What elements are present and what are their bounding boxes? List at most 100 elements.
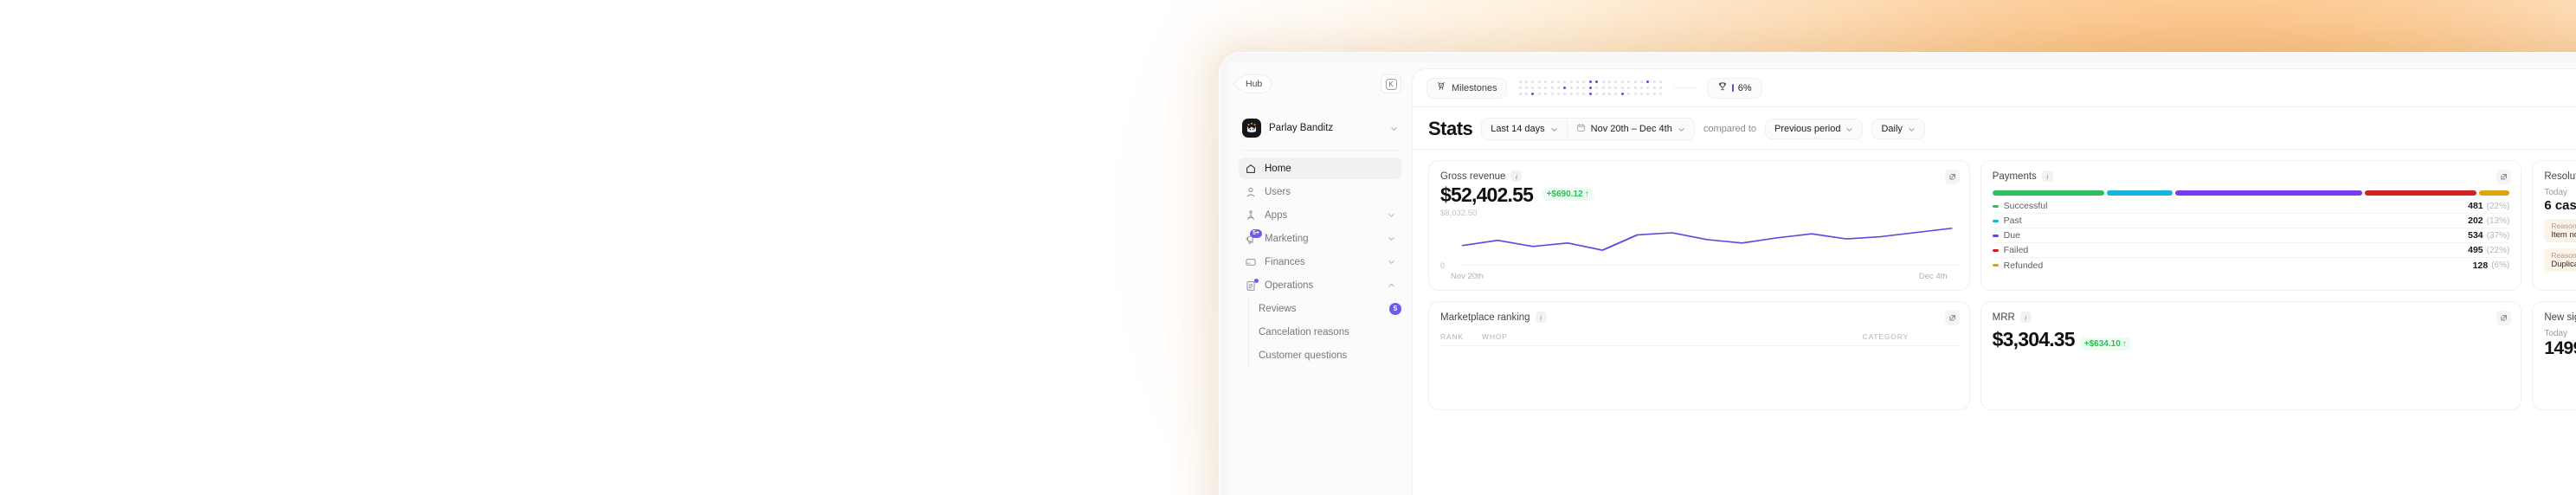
signups-today-label: Today [2544,329,2568,338]
milestone-dot [1563,80,1567,83]
gross-revenue-chart: 0 [1440,220,1958,270]
chevron-down-icon [1388,258,1395,266]
milestone-dot [1659,80,1663,83]
notification-dot [1254,278,1259,283]
range-preset-select[interactable]: Last 14 days [1482,119,1566,139]
milestones-button[interactable]: Milestones [1426,77,1507,99]
gross-revenue-value-row: $52,402.55 +$690.12 ↑ [1440,183,1958,207]
external-link-icon[interactable] [2496,170,2512,184]
milestone-dot [1569,93,1573,95]
chevron-down-icon [1678,125,1685,133]
sidebar-subitem-label: Reviews [1259,303,1297,314]
sidebar: Hub K Parlay Banditz Home Users Apps 5+ … [1228,61,1412,495]
ranking-table-header: RANK WHOP CATEGORY [1440,332,1958,346]
payments-legend: Successful 481 (22%) Past 202 (13%) Due 534 (37%… [1992,199,2510,273]
milestone-dot [1652,80,1656,83]
milestone-dot-row [1518,80,1663,83]
hub-tab[interactable]: Hub [1239,74,1272,93]
legend-percent: (6%) [2491,260,2510,270]
granularity-select[interactable]: Daily [1871,119,1925,139]
legend-color-swatch [1992,219,1999,222]
card-header: Marketplace ranking i [1440,312,1958,323]
chevron-down-icon [1388,211,1395,219]
milestone-dot [1537,87,1541,89]
chart-x-end: Dec 4th [1918,272,1948,281]
milestone-dot [1518,87,1522,89]
mrr-delta: +$634.10 ↑ [2079,338,2131,350]
milestone-dot [1595,93,1599,95]
sidebar-item-finances[interactable]: Finances [1239,251,1401,273]
milestone-dot [1620,87,1624,89]
milestone-dot [1576,87,1580,89]
comparison-select[interactable]: Previous period [1765,119,1864,139]
payments-bar-segment [2365,190,2477,196]
info-icon[interactable]: i [2019,312,2032,323]
milestone-dot [1524,80,1528,83]
sidebar-item-home[interactable]: Home [1239,158,1401,179]
milestone-dot [1627,93,1631,95]
sidebar-item-cancelation-reasons[interactable]: Cancelation reasons [1259,321,1401,343]
payments-legend-row: Successful 481 (22%) [1992,199,2510,214]
sidebar-item-operations[interactable]: Operations [1239,274,1401,296]
card-title: Marketplace ranking [1440,312,1530,323]
card-header: Payments i [1993,170,2510,182]
milestone-dot [1601,87,1605,89]
legend-label: Successful [2003,201,2048,211]
legend-count: 202 [2468,215,2483,226]
milestone-dot [1544,93,1548,95]
sidebar-icon-badge: 5+ [1250,228,1262,238]
resolution-summary: Today 6 cases Yesterday 1 case [2544,188,2576,213]
sidebar-item-label: Operations [1265,280,1314,291]
legend-label: Due [2003,230,2020,241]
milestone-dot-complete [1563,87,1567,89]
legend-color-swatch [1992,234,1999,237]
milestone-progress-badge[interactable]: 6% [1707,77,1762,99]
milestone-dot [1550,80,1554,83]
milestone-dot [1640,93,1643,95]
calendar-icon [1576,123,1586,135]
resolution-case-row: Reason Item not received Due date in 3 d… [2544,219,2576,242]
case-reason-value: Duplicate payment [2551,260,2576,269]
sidebar-subitem-label: Cancelation reasons [1259,326,1349,338]
external-link-icon[interactable] [1944,170,1960,184]
legend-count: 481 [2468,201,2483,211]
trophy-divider [1732,84,1734,92]
milestone-dot-complete [1588,80,1592,83]
milestone-connector [1674,87,1697,88]
milestone-dot [1608,93,1612,95]
resolution-today: Today 6 cases [2544,188,2576,213]
milestone-dot [1576,80,1580,83]
workspace-switcher[interactable]: Parlay Banditz [1239,113,1401,143]
milestone-dot [1614,93,1618,95]
external-link-icon[interactable] [2496,311,2512,325]
sidebar-item-reviews[interactable]: Reviews 5 [1259,298,1401,319]
sidebar-item-marketing[interactable]: 5+ Marketing [1239,228,1401,249]
milestone-dot [1614,80,1618,83]
sidebar-item-customer-questions[interactable]: Customer questions [1259,344,1401,366]
sidebar-item-label: Apps [1265,209,1288,221]
card-marketplace-ranking: Marketplace ranking i RANK WHOP CATEGORY [1428,301,1970,410]
milestone-dot [1601,93,1605,95]
date-range-select[interactable]: Nov 20th – Dec 4th [1566,119,1694,139]
collapse-sidebar-button[interactable]: K [1381,74,1401,93]
milestone-dot [1556,87,1560,89]
signups-today-row: 1499 +396 ↑ [2544,338,2576,359]
card-header: Resolution cases i [2544,170,2576,182]
milestone-dot [1659,93,1663,95]
external-link-icon[interactable] [1944,311,1960,325]
range-preset-label: Last 14 days [1491,124,1545,134]
reviews-badge: 5 [1389,302,1401,315]
sidebar-item-users[interactable]: Users [1239,181,1401,202]
stats-grid: Gross revenue i $52,402.55 +$690.12 ↑ $8… [1413,150,2576,410]
info-icon[interactable]: i [2041,170,2053,182]
card-title: Resolution cases [2544,170,2576,182]
arrow-up-icon: ↑ [2122,339,2127,349]
milestone-dot-row [1518,87,1663,89]
card-new-signups: New signups i Today 1499 +396 ↑ [2532,301,2576,410]
milestone-dot [1531,87,1535,89]
comparison-label: Previous period [1774,124,1841,134]
info-icon[interactable]: i [1535,312,1547,323]
sidebar-item-apps[interactable]: Apps [1239,204,1401,226]
milestone-dot [1524,93,1528,95]
info-icon[interactable]: i [1510,170,1523,182]
